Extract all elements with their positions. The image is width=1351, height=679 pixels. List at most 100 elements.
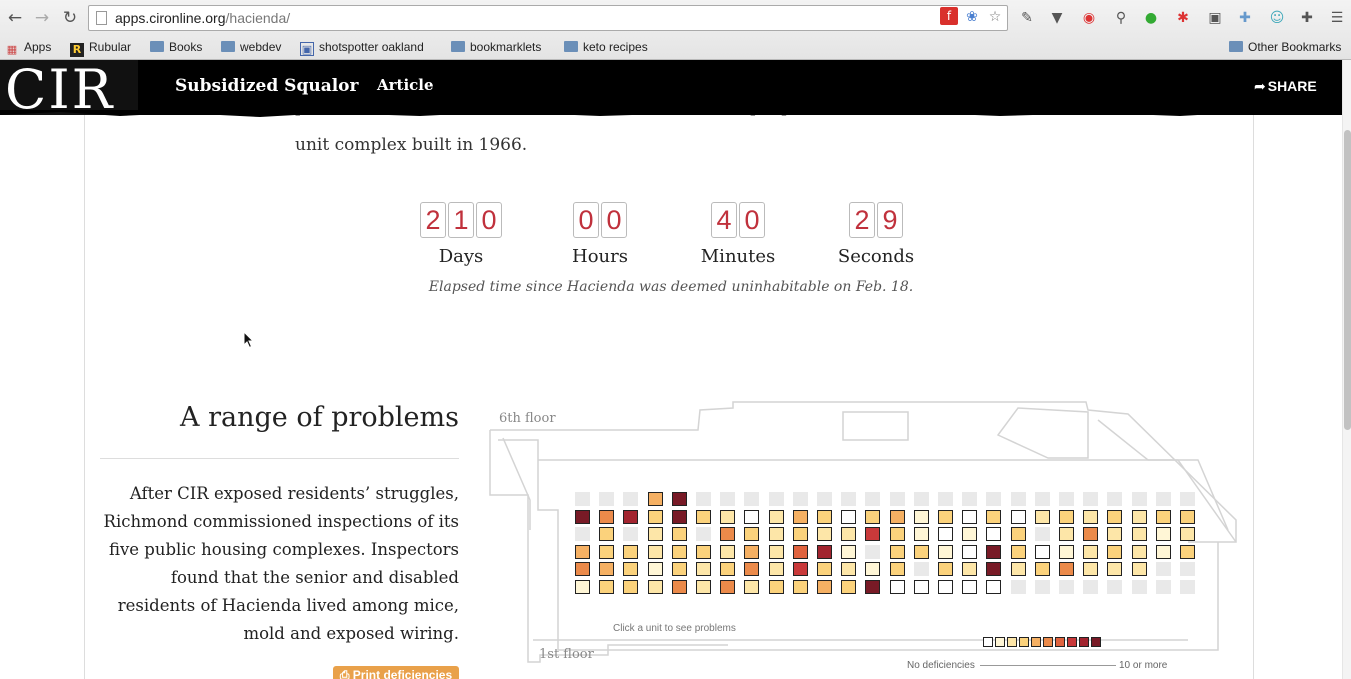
- unit-cell[interactable]: [1131, 509, 1147, 524]
- unit-cell[interactable]: [768, 509, 784, 524]
- unit-cell[interactable]: [744, 509, 760, 524]
- unit-cell[interactable]: [720, 527, 736, 542]
- forward-icon[interactable]: →: [30, 5, 54, 31]
- unit-cell[interactable]: [623, 562, 639, 577]
- unit-cell[interactable]: [1180, 527, 1195, 542]
- unit-cell[interactable]: [962, 527, 978, 542]
- unit-cell[interactable]: [817, 509, 832, 524]
- unit-cell[interactable]: [1034, 544, 1050, 559]
- unit-cell[interactable]: [1010, 527, 1026, 542]
- unit-cell[interactable]: [817, 580, 832, 594]
- unit-cell[interactable]: [841, 562, 857, 577]
- unit-cell[interactable]: [671, 492, 687, 506]
- scrollbar-thumb[interactable]: [1344, 130, 1351, 430]
- unit-cell[interactable]: [1131, 527, 1147, 542]
- share-button[interactable]: ➦ SHARE: [1254, 78, 1317, 95]
- unit-cell[interactable]: [865, 509, 881, 524]
- unit-cell[interactable]: [720, 562, 736, 577]
- bookmark-webdev[interactable]: webdev: [221, 38, 281, 56]
- unit-cell[interactable]: [1083, 527, 1099, 542]
- unit-cell[interactable]: [1083, 562, 1099, 577]
- unit-cell[interactable]: [792, 509, 808, 524]
- nav-article-link[interactable]: Article: [377, 76, 434, 94]
- stop-icon[interactable]: ◉: [1078, 7, 1100, 29]
- unit-cell[interactable]: [938, 527, 953, 542]
- unit-cell[interactable]: [792, 580, 808, 594]
- menu-icon[interactable]: ☰: [1326, 7, 1348, 29]
- unit-cell[interactable]: [647, 562, 663, 577]
- address-bar[interactable]: apps.cironline.org/hacienda/: [88, 5, 1008, 31]
- unit-cell[interactable]: [1010, 509, 1026, 524]
- bookmark-bookmarklets[interactable]: bookmarklets: [451, 38, 541, 56]
- unit-cell[interactable]: [575, 580, 590, 594]
- other-bookmarks[interactable]: Other Bookmarks: [1229, 38, 1341, 56]
- reload-icon[interactable]: ↻: [58, 5, 82, 31]
- unit-cell[interactable]: [817, 527, 832, 542]
- unit-cell[interactable]: [841, 580, 857, 594]
- extension-badge-icon[interactable]: ✱: [1172, 7, 1194, 29]
- unit-cell[interactable]: [647, 492, 663, 506]
- unit-cell[interactable]: [938, 580, 953, 594]
- unit-cell[interactable]: [865, 562, 881, 577]
- unit-cell[interactable]: [575, 509, 590, 524]
- unit-cell[interactable]: [696, 580, 711, 594]
- unit-cell[interactable]: [1034, 509, 1050, 524]
- unit-cell[interactable]: [817, 544, 832, 559]
- unit-cell[interactable]: [744, 562, 760, 577]
- unit-cell[interactable]: [768, 527, 784, 542]
- unit-cell[interactable]: [1180, 509, 1195, 524]
- unit-cell[interactable]: [623, 544, 639, 559]
- unit-cell[interactable]: [986, 580, 1002, 594]
- unit-cell[interactable]: [1131, 544, 1147, 559]
- unit-cell[interactable]: [768, 580, 784, 594]
- unit-cell[interactable]: [768, 544, 784, 559]
- unit-cell[interactable]: [865, 527, 881, 542]
- unit-cell[interactable]: [865, 580, 881, 594]
- unit-cell[interactable]: [986, 544, 1002, 559]
- unit-cell[interactable]: [792, 544, 808, 559]
- site-title[interactable]: Subsidized Squalor: [175, 76, 358, 96]
- unit-cell[interactable]: [986, 527, 1002, 542]
- unit-cell[interactable]: [1155, 509, 1171, 524]
- unit-cell[interactable]: [1059, 544, 1074, 559]
- unit-cell[interactable]: [671, 527, 687, 542]
- back-icon[interactable]: ←: [3, 5, 27, 31]
- unit-cell[interactable]: [1107, 509, 1123, 524]
- print-deficiencies-button[interactable]: ⎙ Print deficiencies: [333, 666, 459, 679]
- unit-cell[interactable]: [1059, 562, 1074, 577]
- unit-cell[interactable]: [889, 544, 905, 559]
- bookmark-shotspotter[interactable]: ▣ shotspotter oakland: [300, 38, 424, 56]
- unit-cell[interactable]: [841, 527, 857, 542]
- bookmark-rubular[interactable]: R Rubular: [70, 38, 131, 57]
- ghost-icon[interactable]: ☺: [1266, 7, 1288, 29]
- magnifier-icon[interactable]: ⚲: [1110, 7, 1132, 29]
- unit-cell[interactable]: [647, 509, 663, 524]
- unit-cell[interactable]: [913, 580, 929, 594]
- unit-cell[interactable]: [599, 580, 615, 594]
- unit-cell[interactable]: [1083, 544, 1099, 559]
- cir-logo[interactable]: CIR: [0, 60, 160, 115]
- unit-cell[interactable]: [623, 580, 639, 594]
- crosshair-icon[interactable]: ✚: [1296, 7, 1318, 29]
- unit-cell[interactable]: [1010, 562, 1026, 577]
- unit-cell[interactable]: [938, 544, 953, 559]
- unit-cell[interactable]: [792, 527, 808, 542]
- unit-cell[interactable]: [647, 580, 663, 594]
- unit-cell[interactable]: [1155, 527, 1171, 542]
- unit-cell[interactable]: [744, 527, 760, 542]
- unit-cell[interactable]: [1155, 544, 1171, 559]
- unit-cell[interactable]: [1059, 509, 1074, 524]
- star-icon[interactable]: ☆: [985, 7, 1005, 27]
- unit-cell[interactable]: [1107, 527, 1123, 542]
- bookmark-keto-recipes[interactable]: keto recipes: [564, 38, 648, 56]
- unit-cell[interactable]: [647, 544, 663, 559]
- unit-cell[interactable]: [986, 509, 1002, 524]
- unit-cell[interactable]: [671, 544, 687, 559]
- unit-cell[interactable]: [671, 562, 687, 577]
- cast-icon[interactable]: ▣: [1204, 7, 1226, 29]
- unit-cell[interactable]: [962, 509, 978, 524]
- unit-cell[interactable]: [720, 580, 736, 594]
- unit-cell[interactable]: [720, 509, 736, 524]
- unit-cell[interactable]: [1034, 562, 1050, 577]
- flash-icon[interactable]: f: [940, 7, 958, 25]
